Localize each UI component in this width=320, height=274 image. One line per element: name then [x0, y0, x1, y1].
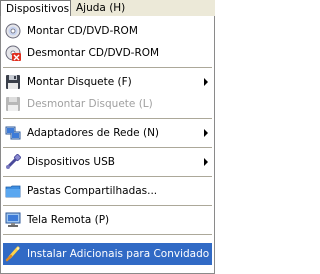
menu-item-shared-folders[interactable]: Pastas Compartilhadas... — [3, 180, 212, 202]
menubar-ajuda[interactable]: Ajuda (H) — [71, 0, 131, 16]
menu-bar: Dispositivos Ajuda (H) — [0, 0, 215, 16]
menu-item-network-adapters[interactable]: Adaptadores de Rede (N) — [3, 122, 212, 144]
menu-item-label: Montar Disquete (F) — [27, 76, 132, 88]
menu-separator — [3, 67, 212, 68]
menu-separator — [3, 147, 212, 148]
submenu-arrow-icon — [204, 78, 208, 86]
cd-icon — [5, 23, 21, 39]
menu-item-label: Pastas Compartilhadas... — [27, 185, 158, 197]
menu-item-label: Montar CD/DVD-ROM — [27, 25, 138, 37]
menu-item-label: Desmontar Disquete (L) — [27, 98, 153, 110]
monitor-icon — [5, 212, 21, 228]
menu-item-install-guest-additions[interactable]: Instalar Adicionais para Convidado — [3, 243, 212, 265]
cd-unmount-icon — [5, 45, 21, 61]
menu-item-unmount-floppy: Desmontar Disquete (L) — [3, 93, 212, 115]
usb-icon — [5, 154, 21, 170]
network-icon — [5, 125, 21, 141]
floppy-disabled-icon — [5, 96, 21, 112]
submenu-arrow-icon — [204, 129, 208, 137]
floppy-icon — [5, 74, 21, 90]
folder-icon — [5, 183, 21, 199]
menu-item-usb-devices[interactable]: Dispositivos USB — [3, 151, 212, 173]
submenu-arrow-icon — [204, 158, 208, 166]
dispositivos-menu: Montar CD/DVD-ROM Desmontar CD/DVD-ROM M… — [0, 16, 215, 274]
menu-separator — [3, 234, 212, 235]
menu-item-label: Dispositivos USB — [27, 156, 115, 168]
menu-item-unmount-cd[interactable]: Desmontar CD/DVD-ROM — [3, 42, 212, 64]
menu-item-mount-floppy[interactable]: Montar Disquete (F) — [3, 71, 212, 93]
menu-item-label: Desmontar CD/DVD-ROM — [27, 47, 160, 59]
menubar-dispositivos[interactable]: Dispositivos — [0, 0, 71, 16]
menu-separator — [3, 205, 212, 206]
menu-separator — [3, 176, 212, 177]
menu-item-label: Adaptadores de Rede (N) — [27, 127, 160, 139]
menu-item-remote-display[interactable]: Tela Remota (P) — [3, 209, 212, 231]
menu-item-mount-cd[interactable]: Montar CD/DVD-ROM — [3, 20, 212, 42]
install-icon — [5, 246, 21, 262]
menu-item-label: Instalar Adicionais para Convidado — [27, 248, 210, 260]
menu-separator — [3, 118, 212, 119]
menu-item-label: Tela Remota (P) — [27, 214, 110, 226]
